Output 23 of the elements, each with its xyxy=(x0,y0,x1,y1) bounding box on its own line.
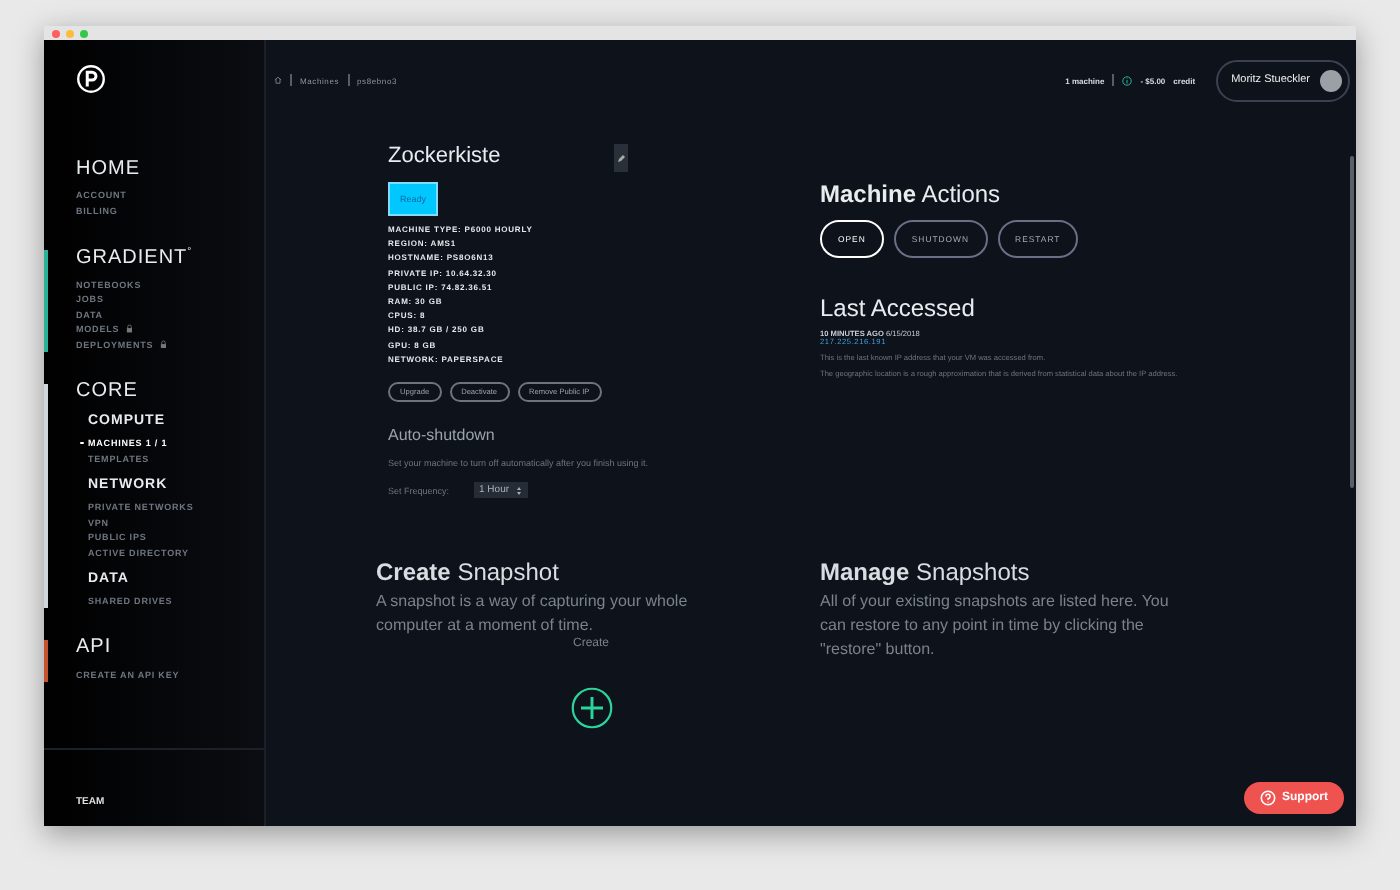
last-accessed-title: Last Accessed xyxy=(820,294,975,322)
help-icon xyxy=(1260,790,1276,806)
edit-button[interactable] xyxy=(614,144,628,172)
avatar-icon xyxy=(1320,69,1342,91)
auto-shutdown-title: Auto-shutdown xyxy=(388,426,495,445)
home-icon[interactable] xyxy=(274,76,282,84)
manage-snapshots-description: All of your existing snapshots are listed here. You can restore to any point in time by clicking the "restore" button. xyxy=(820,590,1171,663)
sidebar-section-title[interactable]: API xyxy=(76,636,264,659)
stepper-arrows-icon xyxy=(515,485,522,496)
logo-icon xyxy=(76,64,106,94)
add-snapshot-icon[interactable] xyxy=(569,686,613,731)
sidebar-section-title[interactable]: CORE xyxy=(76,379,264,402)
machine-name: Zockerkiste xyxy=(388,144,501,168)
manage-snapshots-title: Manage Snapshots xyxy=(820,558,1030,587)
create-snapshot-description: A snapshot is a way of capturing your whole computer at a moment of time. xyxy=(376,590,690,637)
sidebar-section-title[interactable]: GRADIENT$^{°}$ xyxy=(76,246,264,269)
info-icon[interactable] xyxy=(1122,75,1133,85)
scrollbar[interactable] xyxy=(1350,156,1354,488)
create-snapshot-title: Create Snapshot xyxy=(376,558,559,587)
machine-actions-title: Machine Actions xyxy=(820,180,1001,208)
pencil-icon xyxy=(616,153,626,163)
sidebar-section-title[interactable]: HOME xyxy=(76,158,264,180)
close-window-icon[interactable] xyxy=(52,29,60,37)
